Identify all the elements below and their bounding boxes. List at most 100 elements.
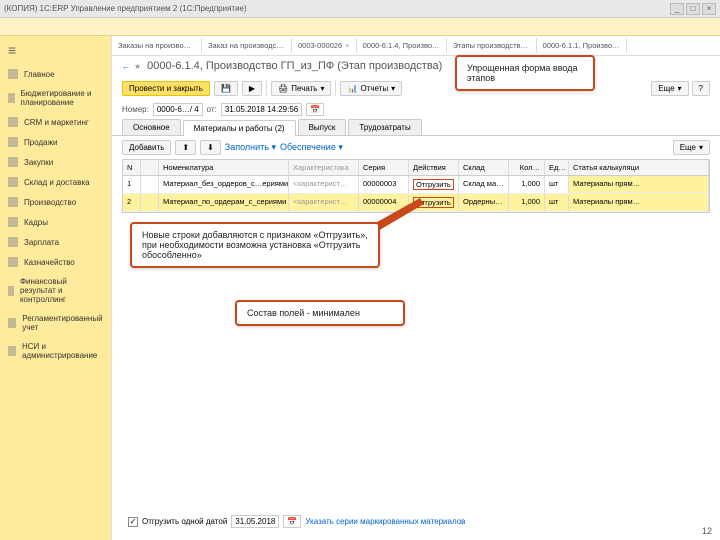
col-characteristic[interactable]: Характеристика: [289, 160, 359, 175]
sidebar-item-crm[interactable]: CRM и маркетинг: [0, 112, 111, 132]
window-buttons: _ □ ×: [670, 3, 716, 15]
max-button[interactable]: □: [686, 3, 700, 15]
col-check[interactable]: [141, 160, 159, 175]
sidebar-item-production[interactable]: Производство: [0, 192, 111, 212]
cart-icon: [8, 137, 18, 147]
date-label: от:: [207, 105, 217, 114]
sidebar-item-sales[interactable]: Продажи: [0, 132, 111, 152]
date-input[interactable]: 31.05.2018 14:29:56: [221, 103, 302, 116]
tab-1[interactable]: Заказ на производст…×: [202, 38, 292, 53]
min-button[interactable]: _: [670, 3, 684, 15]
tab-4[interactable]: Этапы производства×: [447, 38, 537, 53]
truck-icon: [8, 177, 18, 187]
close-icon[interactable]: ×: [345, 41, 349, 50]
grid-header: N Номенклатура Характеристика Серия Дейс…: [123, 160, 709, 176]
help-button[interactable]: ?: [692, 81, 710, 96]
number-input[interactable]: 0000-6…/ 4: [153, 103, 203, 116]
sidebar-item-warehouse[interactable]: Склад и доставка: [0, 172, 111, 192]
action-cell: Отгрузить: [409, 176, 459, 193]
gear-icon: [8, 197, 18, 207]
ship-single-date-checkbox[interactable]: ✓: [128, 517, 138, 527]
series-link[interactable]: Указать серии маркированных материалов: [305, 517, 465, 526]
col-qty[interactable]: Кол…: [509, 160, 545, 175]
col-warehouse[interactable]: Склад: [459, 160, 509, 175]
number-label: Номер:: [122, 105, 149, 114]
home-icon: [8, 69, 18, 79]
hamburger-icon[interactable]: ≡: [0, 36, 111, 64]
footer: ✓ Отгрузить одной датой 31.05.2018 📅 Ука…: [128, 515, 465, 528]
action-cell: Отгрузить: [409, 194, 459, 211]
main-toolbar: Провести и закрыть 💾 ▶ 🖨 Печать ▾ 📊 Отче…: [112, 76, 720, 100]
subtab-main[interactable]: Основное: [122, 119, 181, 135]
col-series[interactable]: Серия: [359, 160, 409, 175]
window-titlebar: (КОПИЯ) 1С:ERP Управление предприятием 2…: [0, 0, 720, 18]
subtab-output[interactable]: Выпуск: [298, 119, 347, 135]
chart-icon: [8, 93, 15, 103]
table-more-button[interactable]: Еще ▾: [673, 140, 710, 155]
table-row[interactable]: 1 Материал_без_ордеров_с…ериями <характе…: [123, 176, 709, 194]
tab-3[interactable]: 0000-6.1.4, Производство ГП_из…×: [357, 38, 447, 53]
reports-button[interactable]: 📊 Отчеты ▾: [340, 81, 402, 96]
bank-icon: [8, 257, 18, 267]
sidebar-item-purchase[interactable]: Закупки: [0, 152, 111, 172]
subtab-materials[interactable]: Материалы и работы (2): [183, 120, 296, 136]
post-close-button[interactable]: Провести и закрыть: [122, 81, 210, 96]
close-button[interactable]: ×: [702, 3, 716, 15]
star-icon[interactable]: ★: [134, 62, 141, 71]
money-icon: [8, 237, 18, 247]
tab-5[interactable]: 0000-6.1.1, Производство ГП_и…×: [537, 38, 627, 53]
sidebar-item-main[interactable]: Главное: [0, 64, 111, 84]
people-icon: [8, 117, 18, 127]
sidebar-item-nsi[interactable]: НСИ и администрирование: [0, 337, 111, 365]
nav-sidebar: ≡ Главное Бюджетирование и планирование …: [0, 36, 112, 540]
separator: [335, 80, 336, 96]
close-icon[interactable]: ×: [528, 41, 532, 50]
tab-0[interactable]: Заказы на производство: [112, 38, 202, 53]
sidebar-item-treasury[interactable]: Казначейство: [0, 252, 111, 272]
breadcrumb: ← ★ 0000-6.1.4, Производство ГП_из_ПФ (Э…: [112, 56, 720, 76]
sidebar-item-finance[interactable]: Финансовый результат и контроллинг: [0, 272, 111, 309]
header-fields: Номер: 0000-6…/ 4 от: 31.05.2018 14:29:5…: [112, 100, 720, 119]
page-number: 12: [702, 526, 712, 536]
window-title: (КОПИЯ) 1С:ERP Управление предприятием 2…: [4, 4, 670, 13]
calendar-icon[interactable]: 📅: [283, 515, 301, 528]
sidebar-item-budget[interactable]: Бюджетирование и планирование: [0, 84, 111, 112]
post-icon: ▶: [249, 84, 255, 93]
materials-grid: N Номенклатура Характеристика Серия Дейс…: [122, 159, 710, 213]
col-nomenclature[interactable]: Номенклатура: [159, 160, 289, 175]
tab-2[interactable]: 0003-000026×: [292, 38, 357, 53]
supply-link[interactable]: Обеспечение ▾: [280, 142, 343, 153]
settings-icon: [8, 346, 16, 356]
table-row[interactable]: 2 Материал_по_ордерам_с_сериями <характе…: [123, 194, 709, 212]
graph-icon: [8, 286, 14, 296]
sidebar-item-hr[interactable]: Кадры: [0, 212, 111, 232]
back-arrow-icon[interactable]: ←: [122, 62, 130, 71]
table-toolbar: Добавить ⬆ ⬇ Заполнить ▾ Обеспечение ▾ Е…: [112, 136, 720, 159]
col-action[interactable]: Действия: [409, 160, 459, 175]
print-button[interactable]: 🖨 Печать ▾: [271, 81, 331, 96]
page-title: 0000-6.1.4, Производство ГП_из_ПФ (Этап …: [145, 60, 442, 72]
grid-body: 1 Материал_без_ордеров_с…ериями <характе…: [123, 176, 709, 212]
tabs-row: Заказы на производство Заказ на производ…: [112, 36, 720, 56]
post-button[interactable]: ▶: [242, 81, 262, 96]
col-article[interactable]: Статья калькуляци: [569, 160, 709, 175]
main-area: Заказы на производство Заказ на производ…: [112, 36, 720, 540]
ship-date-input[interactable]: 31.05.2018: [231, 515, 279, 528]
up-button[interactable]: ⬆: [175, 140, 196, 155]
add-button[interactable]: Добавить: [122, 140, 171, 155]
separator: [266, 80, 267, 96]
more-button[interactable]: Еще ▾: [651, 81, 688, 96]
down-button[interactable]: ⬇: [200, 140, 221, 155]
box-icon: [8, 157, 18, 167]
subtab-labor[interactable]: Трудозатраты: [348, 119, 421, 135]
fill-link[interactable]: Заполнить ▾: [225, 142, 276, 153]
sidebar-item-regulated[interactable]: Регламентированный учет: [0, 309, 111, 337]
col-number[interactable]: N: [123, 160, 141, 175]
calendar-button[interactable]: 📅: [306, 103, 324, 116]
save-button[interactable]: 💾: [214, 81, 238, 96]
ship-single-date-label: Отгрузить одной датой: [142, 517, 227, 526]
callout-minimal: Состав полей - минимален: [235, 300, 405, 326]
doc-icon: [8, 318, 16, 328]
sidebar-item-salary[interactable]: Зарплата: [0, 232, 111, 252]
col-unit[interactable]: Ед…: [545, 160, 569, 175]
